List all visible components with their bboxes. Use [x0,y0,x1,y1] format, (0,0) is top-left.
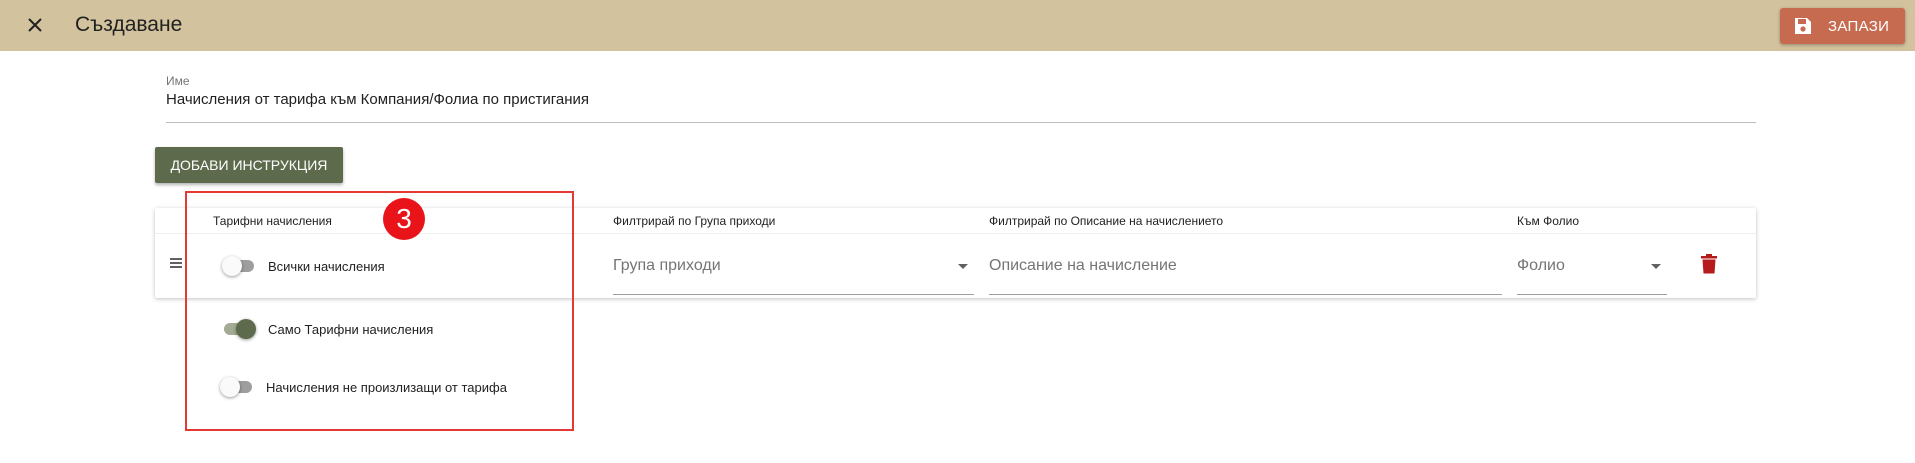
add-instruction-button[interactable]: ДОБАВИ ИНСТРУКЦИЯ [155,147,343,183]
charge-description-input[interactable]: Описание на начисление [989,255,1502,295]
name-field-underline [166,122,1756,123]
revenue-group-placeholder: Група приходи [613,257,721,274]
chevron-down-icon [1651,264,1661,269]
name-field[interactable]: Начисления от тарифа към Компания/Фолиа … [166,91,589,108]
top-bar: Създаване ЗАПАЗИ [0,0,1915,51]
highlight-box [185,191,574,431]
close-button[interactable] [20,10,50,40]
page-title: Създаване [75,13,183,36]
name-field-label: Име [166,74,190,88]
folio-placeholder: Фолио [1517,257,1565,274]
save-button-label: ЗАПАЗИ [1828,17,1890,35]
folio-select[interactable]: Фолио [1517,255,1667,295]
close-icon [28,18,42,32]
revenue-group-select[interactable]: Група приходи [613,255,974,295]
column-header-revenue-group: Филтрирай по Група приходи [613,214,776,228]
chevron-down-icon [958,264,968,269]
save-button[interactable]: ЗАПАЗИ [1780,8,1905,44]
trash-icon [1701,254,1717,274]
floppy-disk-icon [1795,18,1811,34]
step-badge: 3 [383,198,425,240]
column-header-charge-description: Филтрирай по Описание на начислението [989,214,1224,228]
column-header-folio: Към Фолио [1517,214,1579,228]
delete-instruction-button[interactable] [1701,254,1721,278]
drag-handle-icon[interactable] [170,258,184,270]
charge-description-placeholder: Описание на начисление [989,257,1177,274]
